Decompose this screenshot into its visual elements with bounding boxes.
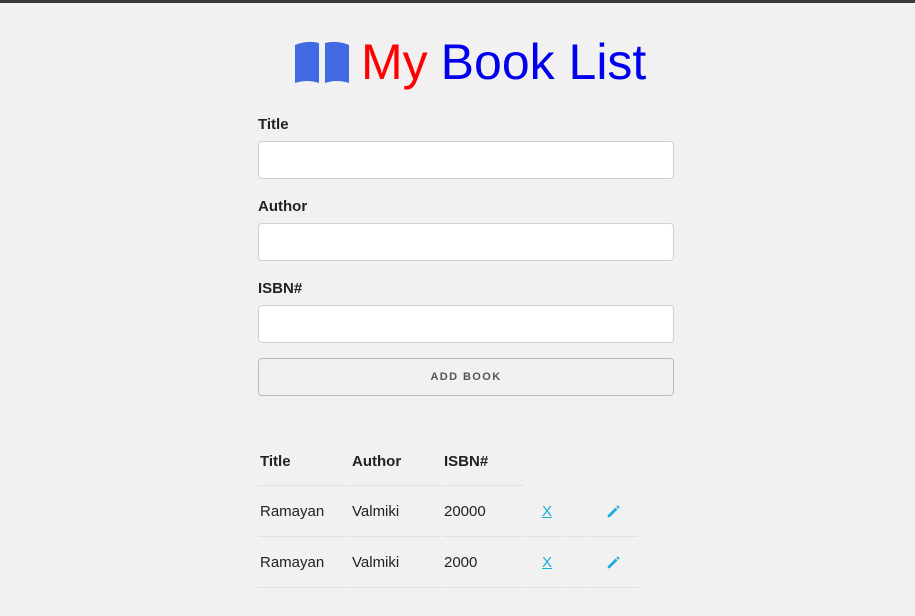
title-book-list: Book List — [440, 34, 647, 90]
book-isbn-cell: 2000 — [442, 537, 524, 588]
delete-cell: X — [526, 537, 562, 588]
title-input[interactable] — [258, 141, 674, 179]
book-title-cell: Ramayan — [258, 486, 348, 537]
add-book-button[interactable]: ADD BOOK — [258, 358, 674, 396]
edit-cell — [590, 537, 638, 588]
title-label: Title — [258, 116, 289, 133]
window-top-border — [0, 0, 915, 3]
book-title-cell: Ramayan — [258, 537, 348, 588]
column-header-title: Title — [258, 437, 348, 486]
isbn-label: ISBN# — [258, 280, 303, 297]
table-header-row: Title Author ISBN# — [258, 437, 638, 486]
book-author-cell: Valmiki — [350, 486, 440, 537]
book-author-cell: Valmiki — [350, 537, 440, 588]
column-header-author: Author — [350, 437, 440, 486]
table-row: Ramayan Valmiki 2000 X — [258, 537, 638, 588]
title-my: My — [361, 34, 428, 90]
delete-cell: X — [526, 486, 562, 537]
page-title: My Book List — [293, 34, 646, 90]
isbn-input[interactable] — [258, 305, 674, 343]
book-isbn-cell: 20000 — [442, 486, 524, 537]
edit-cell — [590, 486, 638, 537]
book-table: Title Author ISBN# Ramayan Valmiki 20000… — [256, 437, 640, 588]
table-row: Ramayan Valmiki 20000 X — [258, 486, 638, 537]
author-input[interactable] — [258, 223, 674, 261]
pencil-icon[interactable] — [606, 505, 620, 519]
author-label: Author — [258, 198, 308, 215]
column-header-isbn: ISBN# — [442, 437, 524, 486]
book-open-icon — [295, 41, 349, 83]
pencil-icon[interactable] — [606, 556, 620, 570]
delete-book-link[interactable]: X — [528, 554, 552, 571]
delete-book-link[interactable]: X — [528, 503, 552, 520]
